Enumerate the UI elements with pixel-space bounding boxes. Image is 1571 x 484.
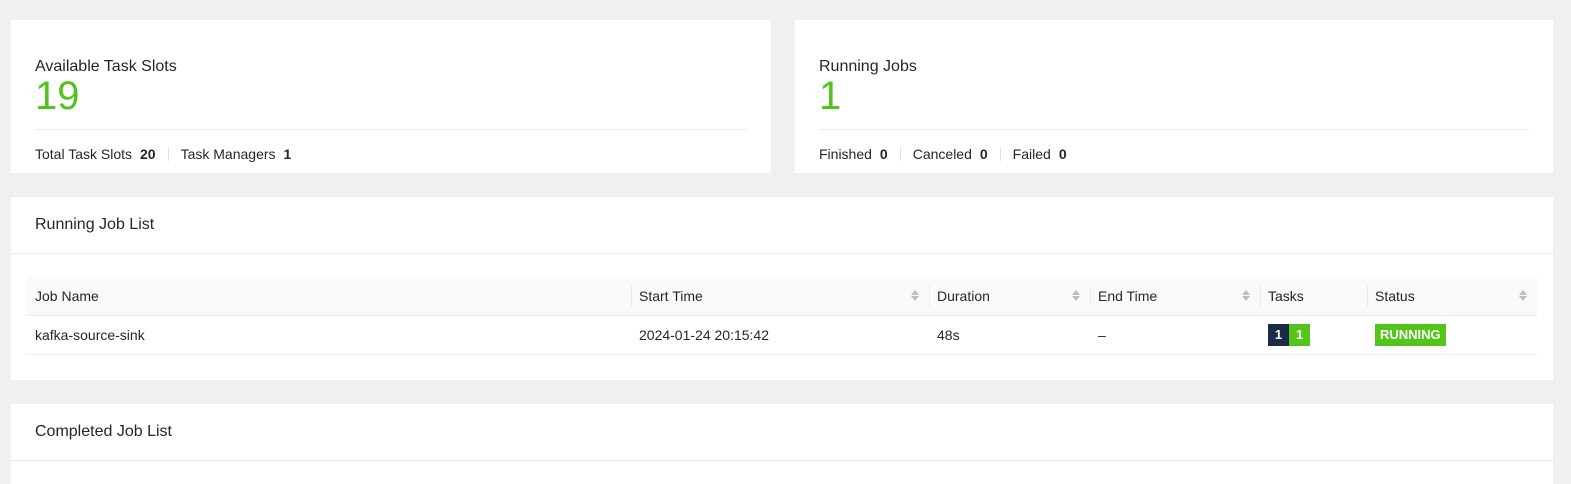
task-status-badges: 1 1 — [1268, 323, 1310, 346]
jobs-footer: Finished 0 Canceled 0 Failed 0 — [819, 146, 1067, 162]
available-task-slots-card: Available Task Slots 19 Total Task Slots… — [11, 20, 771, 173]
task-managers-stat: Task Managers 1 — [181, 146, 292, 162]
tasks-cell: 1 1 — [1260, 315, 1367, 355]
divider — [1367, 285, 1368, 307]
divider — [1260, 285, 1261, 307]
sort-icon[interactable] — [1519, 290, 1527, 302]
column-label: Duration — [937, 287, 990, 304]
running-jobs-table: Job Name Start Time Duration End Time Ta… — [27, 277, 1537, 355]
divider — [899, 147, 901, 161]
status-badge: RUNNING — [1375, 323, 1446, 346]
column-header-start-time[interactable]: Start Time — [631, 277, 929, 316]
divider — [819, 129, 1529, 130]
job-name-cell[interactable]: kafka-source-sink — [27, 315, 631, 355]
column-label: Job Name — [35, 287, 99, 304]
duration-cell: 48s — [929, 315, 1090, 355]
task-managers-value: 1 — [283, 146, 292, 162]
table-header-row: Job Name Start Time Duration End Time Ta… — [27, 277, 1537, 316]
task-count-badge-running: 1 — [1289, 323, 1310, 346]
failed-stat: Failed 0 — [1013, 146, 1067, 162]
sort-icon[interactable] — [1072, 290, 1080, 302]
available-task-slots-value: 19 — [35, 74, 80, 118]
column-header-job-name: Job Name — [27, 277, 631, 316]
start-time-cell: 2024-01-24 20:15:42 — [631, 315, 929, 355]
column-header-tasks: Tasks — [1260, 277, 1367, 316]
divider — [999, 147, 1001, 161]
completed-job-list-card: Completed Job List — [11, 404, 1553, 484]
column-label: Tasks — [1268, 287, 1304, 304]
sort-icon[interactable] — [1242, 290, 1250, 302]
column-header-status[interactable]: Status — [1367, 277, 1537, 316]
finished-stat: Finished 0 — [819, 146, 888, 162]
finished-label: Finished — [819, 146, 872, 162]
canceled-label: Canceled — [912, 146, 972, 162]
column-label: Status — [1375, 287, 1415, 304]
divider — [167, 147, 169, 161]
divider — [631, 285, 632, 307]
total-task-slots-label: Total Task Slots — [35, 146, 133, 162]
sort-icon[interactable] — [911, 290, 919, 302]
running-job-list-title: Running Job List — [11, 197, 1553, 254]
running-job-list-card: Running Job List Job Name Start Time Dur… — [11, 197, 1553, 380]
failed-label: Failed — [1012, 146, 1051, 162]
failed-value: 0 — [1058, 146, 1067, 162]
canceled-value: 0 — [979, 146, 988, 162]
column-label: Start Time — [639, 287, 703, 304]
running-jobs-card: Running Jobs 1 Finished 0 Canceled 0 Fai… — [795, 20, 1553, 173]
column-header-duration[interactable]: Duration — [929, 277, 1090, 316]
column-header-end-time[interactable]: End Time — [1090, 277, 1260, 316]
task-managers-label: Task Managers — [180, 146, 276, 162]
column-label: End Time — [1098, 287, 1158, 304]
completed-job-list-title: Completed Job List — [11, 404, 1553, 461]
divider — [35, 129, 747, 130]
end-time-cell: – — [1090, 315, 1260, 355]
task-count-badge-total: 1 — [1268, 323, 1289, 346]
total-task-slots-stat: Total Task Slots 20 — [35, 146, 156, 162]
total-task-slots-value: 20 — [140, 146, 156, 162]
table-row[interactable]: kafka-source-sink 2024-01-24 20:15:42 48… — [27, 315, 1537, 355]
task-slots-footer: Total Task Slots 20 Task Managers 1 — [35, 146, 291, 162]
running-jobs-value: 1 — [819, 74, 842, 118]
finished-value: 0 — [879, 146, 888, 162]
status-cell: RUNNING — [1367, 315, 1537, 355]
divider — [929, 285, 930, 307]
divider — [1090, 285, 1091, 307]
canceled-stat: Canceled 0 — [913, 146, 988, 162]
